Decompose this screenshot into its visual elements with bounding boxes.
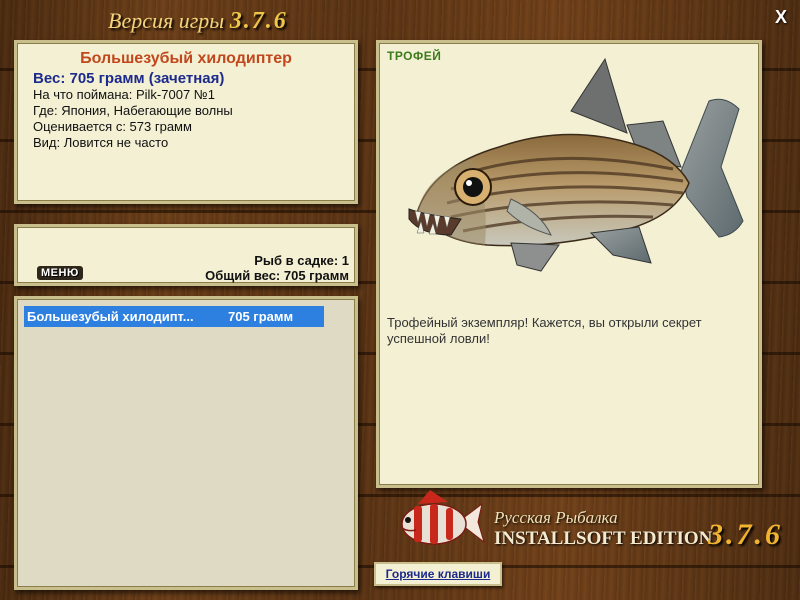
title-prefix: Версия игры	[108, 8, 225, 33]
catch-list-item[interactable]: Большезубый хилодипт... 705 грамм	[24, 306, 324, 327]
brand-edition: INSTALLSOFT EDITION	[494, 528, 713, 549]
fish-detail-panel: ТРОФЕЙ Трофейный экземпляр! Кажется, вы …	[376, 40, 762, 488]
keepnet-panel: МЕНЮ Рыб в садке: 1 Общий вес: 705 грамм	[14, 224, 358, 286]
keepnet-count: Рыб в садке: 1	[254, 253, 349, 268]
fish-info-panel: Большезубый хилодиптер Вес: 705 грамм (з…	[14, 40, 358, 204]
catch-item-weight: 705 грамм	[228, 309, 294, 324]
keepnet-stats: Рыб в садке: 1 Общий вес: 705 грамм	[205, 253, 349, 283]
info-rarity: Вид: Ловится не часто	[33, 135, 169, 150]
hotkeys-button[interactable]: Горячие клавиши	[374, 562, 502, 586]
game-logo-fish	[401, 490, 485, 545]
title-version: 3.7.6	[229, 8, 288, 34]
brand-version: 3.7.6	[708, 518, 783, 551]
window-title: Версия игры 3.7.6	[108, 8, 288, 35]
info-location: Где: Япония, Набегающие волны	[33, 103, 233, 118]
info-caught-with: На что поймана: Pilk-7007 №1	[33, 87, 215, 102]
detail-description: Трофейный экземпляр! Кажется, вы открыли…	[387, 315, 702, 346]
menu-button[interactable]: МЕНЮ	[37, 266, 83, 280]
fish-name: Большезубый хилодиптер	[80, 50, 292, 67]
catch-list-panel: Большезубый хилодипт... 705 грамм	[14, 296, 358, 590]
brand-title: Русская Рыбалка	[494, 508, 618, 527]
fish-illustration	[408, 57, 744, 272]
keepnet-total-weight: Общий вес: 705 грамм	[205, 268, 349, 283]
catch-item-name: Большезубый хилодипт...	[27, 309, 194, 324]
info-rated-from: Оценивается с: 573 грамм	[33, 119, 192, 134]
fish-weight: Вес: 705 грамм (зачетная)	[33, 70, 225, 87]
close-button[interactable]: X	[770, 6, 792, 28]
